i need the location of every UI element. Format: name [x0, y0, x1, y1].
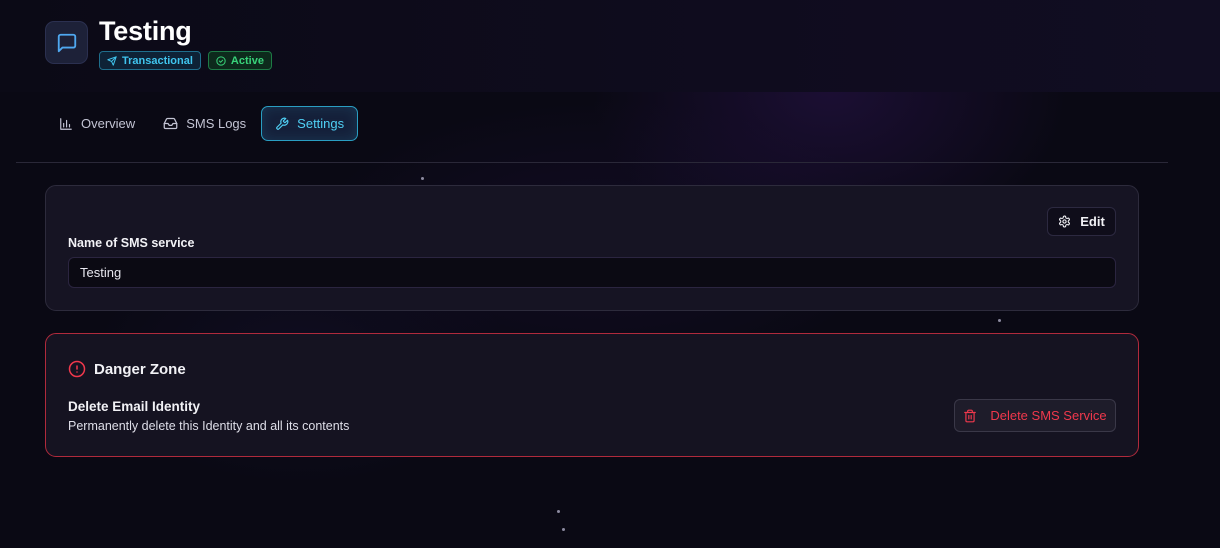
alert-circle-icon — [68, 360, 86, 378]
tab-overview[interactable]: Overview — [46, 106, 148, 141]
danger-zone-title-text: Danger Zone — [94, 360, 186, 378]
decorative-dot — [557, 510, 560, 513]
settings-card: Edit Name of SMS service — [45, 185, 1139, 311]
danger-zone-card: Danger Zone Delete Email Identity Perman… — [45, 333, 1139, 457]
status-badge-label: Active — [230, 54, 264, 67]
check-circle-icon — [216, 55, 226, 66]
inbox-icon — [163, 117, 178, 130]
tab-overview-label: Overview — [81, 116, 136, 131]
badge-group: Transactional Active — [99, 51, 272, 70]
page: Testing Transactional Active Overview SM… — [0, 0, 1220, 548]
gear-icon — [1059, 215, 1071, 228]
delete-identity-title: Delete Email Identity — [68, 399, 201, 414]
app-icon — [45, 21, 88, 64]
sms-service-name-label: Name of SMS service — [68, 236, 195, 250]
tab-settings[interactable]: Settings — [261, 106, 359, 141]
decorative-dot — [421, 177, 424, 180]
page-title: Testing — [99, 16, 192, 46]
tab-settings-label: Settings — [297, 116, 345, 131]
danger-zone-title: Danger Zone — [68, 360, 186, 378]
transactional-badge: Transactional — [99, 51, 201, 70]
edit-button-label: Edit — [1080, 214, 1105, 229]
send-icon — [107, 55, 117, 66]
tab-sms-logs-label: SMS Logs — [186, 116, 247, 131]
decorative-dot — [562, 528, 565, 531]
transactional-badge-label: Transactional — [122, 54, 193, 67]
sms-service-name-input[interactable] — [68, 257, 1116, 288]
bar-chart-icon — [60, 117, 72, 130]
tab-divider — [16, 162, 1168, 163]
decorative-dot — [998, 319, 1001, 322]
tab-bar: Overview SMS Logs Settings — [46, 106, 359, 141]
delete-sms-service-button[interactable]: Delete SMS Service — [954, 399, 1116, 432]
wrench-icon — [276, 117, 289, 130]
trash-icon — [964, 409, 977, 422]
tab-sms-logs[interactable]: SMS Logs — [150, 106, 259, 141]
status-badge: Active — [207, 51, 272, 70]
delete-sms-service-label: Delete SMS Service — [990, 408, 1107, 423]
message-square-icon — [57, 33, 76, 52]
edit-button[interactable]: Edit — [1047, 207, 1116, 236]
delete-identity-description: Permanently delete this Identity and all… — [68, 419, 350, 433]
